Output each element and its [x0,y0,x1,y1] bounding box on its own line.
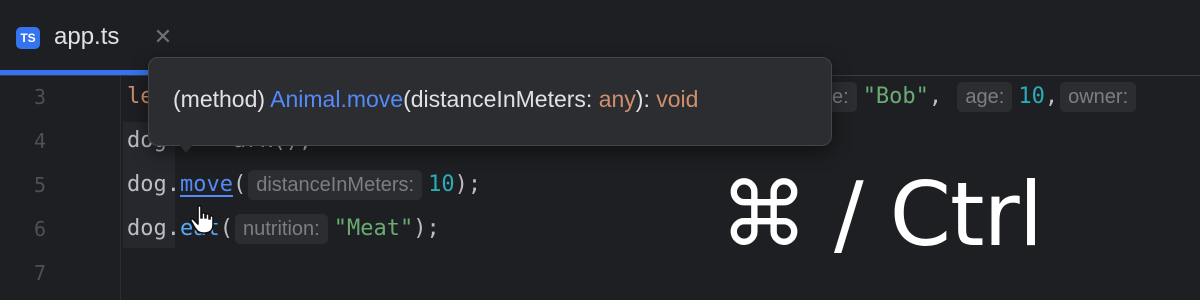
signature-open-paren: ( [403,86,411,112]
number-token: 10 [428,172,455,197]
hand-pointer-icon [190,205,214,234]
inlay-hint-name: e: [832,82,857,112]
signature-return-type: void [656,86,699,112]
string-token: "Bob" [862,84,929,109]
shortcut-label: ⌘ / Ctrl [720,163,1043,266]
close-paren: ); [454,172,482,197]
string-token: "Meat" [333,216,414,241]
identifier-dog: dog [127,216,167,241]
open-paren: ( [219,216,233,241]
signature-prefix: (method) [173,86,271,112]
signature-param-type: any [598,86,636,112]
method-signature: (method) Animal.move(distanceInMeters: a… [173,84,698,114]
quick-doc-popup: (method) Animal.move(distanceInMeters: a… [148,57,832,146]
dot-token: . [166,216,180,241]
close-paren: ); [413,216,440,241]
popup-pointer [176,141,196,153]
inlay-hint-age: age: [957,82,1013,112]
identifier-dog: dog [127,172,167,197]
inlay-hint-owner: owner: [1060,82,1137,112]
code-line-3-tail: e: "Bob", age: 10, owner: [832,82,1142,112]
open-paren: ( [232,172,247,197]
number-token: 10 [1018,84,1045,109]
signature-param: distanceInMeters: [410,86,599,112]
gutter-divider [120,76,121,300]
line-number: 3 [33,85,47,109]
line-number: 4 [33,129,47,153]
signature-close-paren: ): [635,86,657,112]
separator: , [1044,84,1059,109]
typescript-file-icon: TS [16,27,40,49]
line-number: 5 [33,173,47,197]
line-number: 6 [33,217,47,241]
line-number-gutter [0,76,120,300]
dot-token: . [166,172,180,197]
close-icon[interactable]: ✕ [150,24,176,50]
inlay-hint-nutrition: nutrition: [235,214,328,244]
code-line-6: dog.eat(nutrition:"Meat"); [127,214,440,244]
separator: , [928,84,956,109]
tab-title: app.ts [54,23,120,50]
code-line-5: dog.move(distanceInMeters: 10); [127,170,481,200]
method-link-move[interactable]: move [180,172,233,197]
line-number: 7 [33,261,47,285]
inlay-hint-distance: distanceInMeters: [248,170,423,200]
signature-method-name[interactable]: Animal.move [270,86,403,112]
